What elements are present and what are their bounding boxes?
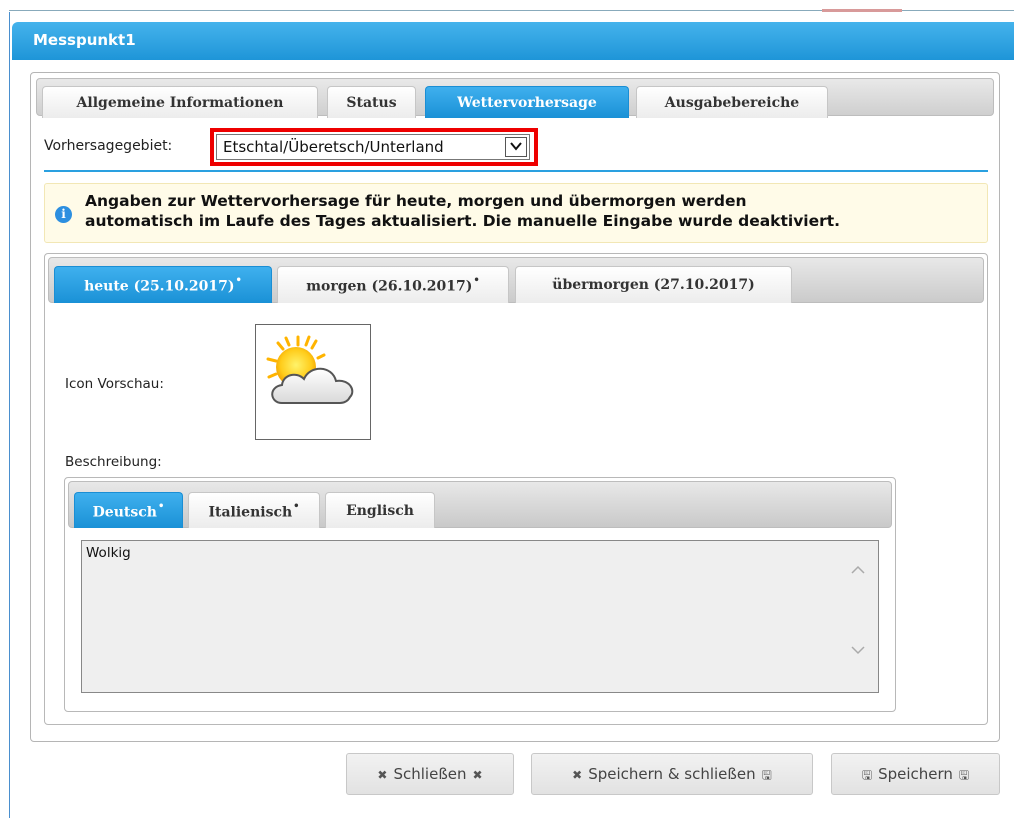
info-text-line: Angaben zur Wettervorhersage für heute, …: [85, 192, 747, 210]
description-value: Wolkig: [86, 545, 131, 561]
info-text: Angaben zur Wettervorhersage für heute, …: [85, 191, 985, 231]
language-panel: Deutsch• Italienisch• Englisch Wolkig: [64, 477, 896, 712]
info-icon: i: [55, 206, 72, 223]
tab-label: Status: [346, 95, 397, 111]
tab-morgen[interactable]: morgen (26.10.2017)•: [277, 266, 509, 303]
save-button[interactable]: 🖫 Speichern 🖫: [831, 753, 1000, 795]
main-tabbar: Allgemeine Informationen Status Wettervo…: [36, 78, 994, 118]
tab-uebermorgen[interactable]: übermorgen (27.10.2017): [515, 266, 792, 303]
modified-marker: •: [473, 275, 480, 286]
tab-deutsch[interactable]: Deutsch•: [74, 492, 183, 528]
tab-label: Ausgabebereiche: [664, 95, 800, 111]
close-button[interactable]: ✖ Schließen ✖: [346, 753, 514, 795]
dialog-title: Messpunkt1: [33, 31, 136, 49]
separator-line: [44, 170, 988, 172]
tab-italienisch[interactable]: Italienisch•: [188, 492, 320, 528]
scroll-up-icon[interactable]: [850, 563, 866, 579]
forecast-area-row: Vorhersagegebiet: Etschtal/Überetsch/Unt…: [44, 128, 984, 166]
info-text-line: automatisch im Laufe des Tages aktualisi…: [85, 212, 841, 230]
save-icon: 🖫: [761, 768, 772, 782]
save-and-close-button[interactable]: ✖ Speichern & schließen 🖫: [531, 753, 813, 795]
tab-label: heute (25.10.2017): [84, 278, 235, 295]
tab-label: Italienisch: [208, 504, 293, 521]
save-icon: 🖫: [861, 768, 873, 782]
icon-preview-label: Icon Vorschau:: [65, 376, 164, 392]
day-tabbar: heute (25.10.2017)• morgen (26.10.2017)•…: [48, 257, 984, 303]
tab-label: Englisch: [346, 503, 414, 519]
tab-wettervorhersage[interactable]: Wettervorhersage: [425, 86, 629, 118]
description-textarea[interactable]: Wolkig: [81, 540, 879, 693]
tab-heute[interactable]: heute (25.10.2017)•: [54, 266, 272, 303]
close-icon: ✖: [572, 768, 583, 782]
scroll-down-icon[interactable]: [850, 643, 866, 659]
forecast-area-label: Vorhersagegebiet:: [44, 138, 173, 154]
info-notice: i Angaben zur Wettervorhersage für heute…: [44, 183, 988, 243]
modified-marker: •: [293, 501, 300, 512]
tab-status[interactable]: Status: [327, 86, 416, 118]
save-and-close-button-label: Speichern & schließen: [588, 765, 756, 783]
sun-behind-cloud-icon: [266, 335, 354, 404]
red-highlight-annotation: [210, 128, 538, 166]
window-left-border: [9, 12, 10, 818]
tab-label: morgen (26.10.2017): [306, 278, 473, 295]
tab-allgemeine-informationen[interactable]: Allgemeine Informationen: [42, 86, 318, 118]
description-label: Beschreibung:: [65, 454, 162, 470]
tab-ausgabebereiche[interactable]: Ausgabebereiche: [636, 86, 828, 118]
close-button-label: Schließen: [393, 765, 467, 783]
modified-marker: •: [235, 275, 242, 286]
tab-label: Deutsch: [92, 504, 157, 521]
day-panel: heute (25.10.2017)• morgen (26.10.2017)•…: [44, 253, 988, 725]
main-panel: Allgemeine Informationen Status Wettervo…: [30, 72, 1000, 742]
tab-label: Allgemeine Informationen: [76, 95, 284, 111]
close-icon: ✖: [472, 768, 483, 782]
save-button-label: Speichern: [878, 765, 953, 783]
tab-label: übermorgen (27.10.2017): [552, 277, 755, 293]
dialog-titlebar[interactable]: Messpunkt1: [12, 22, 1014, 60]
window-top-accent: [822, 9, 902, 12]
save-icon: 🖫: [958, 768, 970, 782]
icon-preview-box: [255, 324, 371, 440]
tab-label: Wettervorhersage: [457, 95, 597, 111]
tab-englisch[interactable]: Englisch: [325, 492, 435, 528]
language-tabbar: Deutsch• Italienisch• Englisch: [68, 481, 892, 528]
modified-marker: •: [157, 501, 165, 512]
close-icon: ✖: [377, 768, 388, 782]
